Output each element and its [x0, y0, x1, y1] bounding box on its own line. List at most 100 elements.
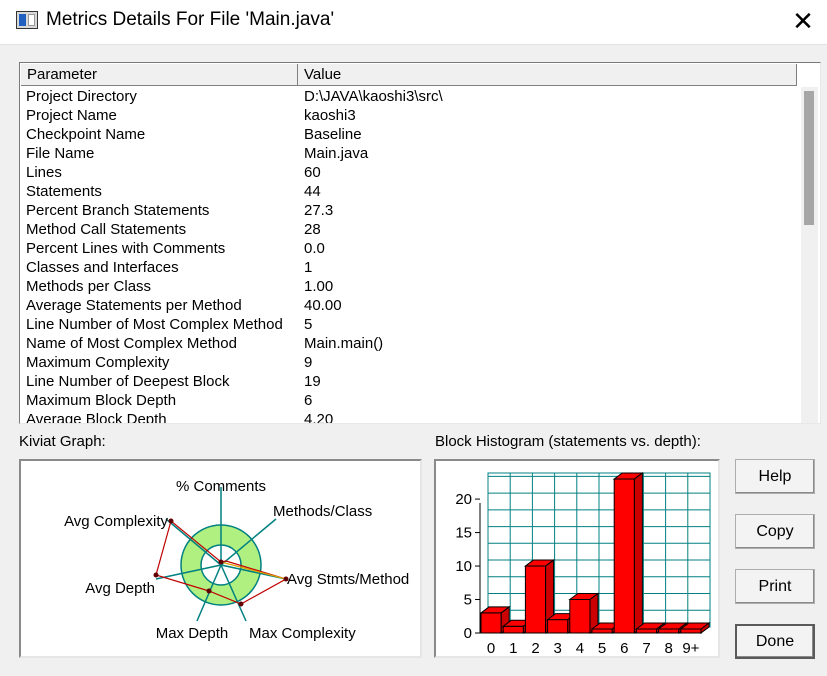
table-row[interactable]: Line Number of Deepest Block 19: [21, 372, 801, 391]
title-divider: [0, 44, 827, 45]
parameter-cell: Maximum Block Depth: [26, 392, 177, 409]
copy-button[interactable]: Copy: [735, 514, 815, 549]
histogram-bar: [524, 565, 547, 634]
table-row[interactable]: File Name Main.java: [21, 144, 801, 163]
histogram-y-tick-label: 10: [455, 558, 472, 575]
parameter-cell: File Name: [26, 145, 95, 162]
histogram-svg: 201510500 1 2 3 4 5 6 7 8 9+: [455, 472, 711, 657]
parameter-cell: Project Name: [26, 107, 117, 124]
title-bar: Metrics Details For File 'Main.java' ✕: [0, 0, 827, 44]
metrics-table: Parameter Value Project Directory D:\JAVA…: [19, 62, 821, 424]
parameter-cell: Project Directory: [26, 88, 137, 105]
table-header: Parameter Value: [21, 64, 797, 86]
table-row[interactable]: Lines 60: [21, 163, 801, 182]
kiviat-axis-label: Max Complexity: [249, 625, 356, 642]
histogram-y-tick-label: 0: [464, 625, 472, 642]
parameter-cell: Checkpoint Name: [26, 126, 146, 143]
kiviat-axis-label: Max Depth: [156, 625, 229, 642]
histogram-x-tick-label: 2: [531, 640, 539, 656]
parameter-cell: Name of Most Complex Method: [26, 335, 237, 352]
value-cell: 1.00: [304, 278, 334, 295]
histogram-x-tick-label: 3: [554, 640, 562, 656]
done-button[interactable]: Done: [735, 624, 815, 659]
histogram-bar-side: [633, 472, 643, 634]
table-row[interactable]: Maximum Block Depth 6: [21, 391, 801, 410]
value-cell: 28: [304, 221, 321, 238]
value-cell: 19: [304, 373, 321, 390]
histogram-x-tick-label: 8: [665, 640, 673, 656]
print-button[interactable]: Print: [735, 569, 815, 604]
kiviat-axis-label: Avg Stmts/Method: [287, 571, 409, 588]
value-cell: 1: [304, 259, 313, 276]
table-row[interactable]: Average Block Depth 4.20: [21, 410, 801, 423]
table-row[interactable]: Checkpoint Name Baseline: [21, 125, 801, 144]
kiviat-axis-label: Methods/Class: [273, 503, 372, 520]
histogram-bar: [680, 628, 702, 634]
table-row[interactable]: Methods per Class 1.00: [21, 277, 801, 296]
histogram-bar: [480, 612, 502, 634]
table-row[interactable]: Percent Lines with Comments 0.0: [21, 239, 801, 258]
value-cell: 60: [304, 164, 321, 181]
kiviat-label: Kiviat Graph:: [19, 433, 106, 450]
value-cell: 0.0: [304, 240, 325, 257]
kiviat-axis-label: % Comments: [176, 478, 266, 495]
histogram-x-tick-label: 7: [642, 640, 650, 656]
histogram-label: Block Histogram (statements vs. depth):: [435, 433, 701, 450]
histogram-x-tick-label: 1: [509, 640, 517, 656]
parameter-cell: Line Number of Most Complex Method: [26, 316, 283, 333]
kiviat-graph: % Comments Methods/Class Avg Stmts/Metho…: [19, 459, 422, 658]
value-cell: kaoshi3: [304, 107, 356, 124]
table-row[interactable]: Average Statements per Method 40.00: [21, 296, 801, 315]
value-cell: 9: [304, 354, 313, 371]
histogram-bar: [569, 599, 591, 634]
parameter-cell: Lines: [26, 164, 62, 181]
parameter-cell: Average Block Depth: [26, 411, 167, 423]
table-row[interactable]: Method Call Statements 28: [21, 220, 801, 239]
histogram-x-tick-label: 6: [620, 640, 628, 656]
histogram-bar: [658, 628, 680, 634]
value-cell: 6: [304, 392, 313, 409]
value-cell: 5: [304, 316, 313, 333]
value-cell: Main.java: [304, 145, 369, 162]
column-header-parameter[interactable]: Parameter: [21, 64, 298, 86]
value-cell: 4.20: [304, 411, 334, 423]
histogram-x-tick-label: 0: [487, 640, 495, 656]
value-cell: 40.00: [304, 297, 342, 314]
help-button[interactable]: Help: [735, 459, 815, 494]
histogram-bar: [502, 625, 524, 634]
table-row[interactable]: Statements 44: [21, 182, 801, 201]
histogram-bar: [635, 628, 658, 634]
close-button[interactable]: ✕: [789, 7, 817, 35]
parameter-cell: Methods per Class: [26, 278, 152, 295]
value-cell: Main.main(): [304, 335, 384, 352]
kiviat-axis-label: Avg Depth: [85, 580, 155, 597]
kiviat-axis-label: Avg Complexity: [64, 513, 168, 530]
table-row[interactable]: Project Name kaoshi3: [21, 106, 801, 125]
value-cell: D:\JAVA\kaoshi3\src\: [304, 88, 443, 105]
window-title: Metrics Details For File 'Main.java': [46, 9, 335, 30]
table-row[interactable]: Name of Most Complex Method Main.main(): [21, 334, 801, 353]
value-cell: Baseline: [304, 126, 362, 143]
histogram-y-tick-label: 15: [455, 525, 472, 542]
column-header-value[interactable]: Value: [298, 64, 797, 86]
block-histogram: 20 15 10 5 0 0 1 2 3 4 5 6 7 8 9+: [434, 459, 720, 658]
table-row[interactable]: Classes and Interfaces 1: [21, 258, 801, 277]
scrollbar-thumb[interactable]: [804, 91, 814, 225]
value-cell: 27.3: [304, 202, 334, 219]
table-row[interactable]: Line Number of Most Complex Method 5: [21, 315, 801, 334]
window-icon: [16, 11, 38, 29]
table-row[interactable]: Percent Branch Statements 27.3: [21, 201, 801, 220]
table-row[interactable]: Project Directory D:\JAVA\kaoshi3\src\: [21, 87, 801, 106]
parameter-cell: Percent Branch Statements: [26, 202, 210, 219]
table-row[interactable]: Maximum Complexity 9: [21, 353, 801, 372]
vertical-scrollbar[interactable]: [801, 87, 818, 423]
parameter-cell: Average Statements per Method: [26, 297, 242, 314]
histogram-y-tick-label: 20: [455, 491, 472, 508]
histogram-y-tick-label: 5: [464, 592, 472, 609]
histogram-bar: [547, 619, 569, 634]
kiviat-svg: % Comments Methods/Class Avg Stmts/Metho…: [64, 478, 409, 642]
parameter-cell: Line Number of Deepest Block: [26, 373, 230, 390]
value-cell: 44: [304, 183, 321, 200]
parameter-cell: Statements: [26, 183, 102, 200]
parameter-cell: Percent Lines with Comments: [26, 240, 226, 257]
